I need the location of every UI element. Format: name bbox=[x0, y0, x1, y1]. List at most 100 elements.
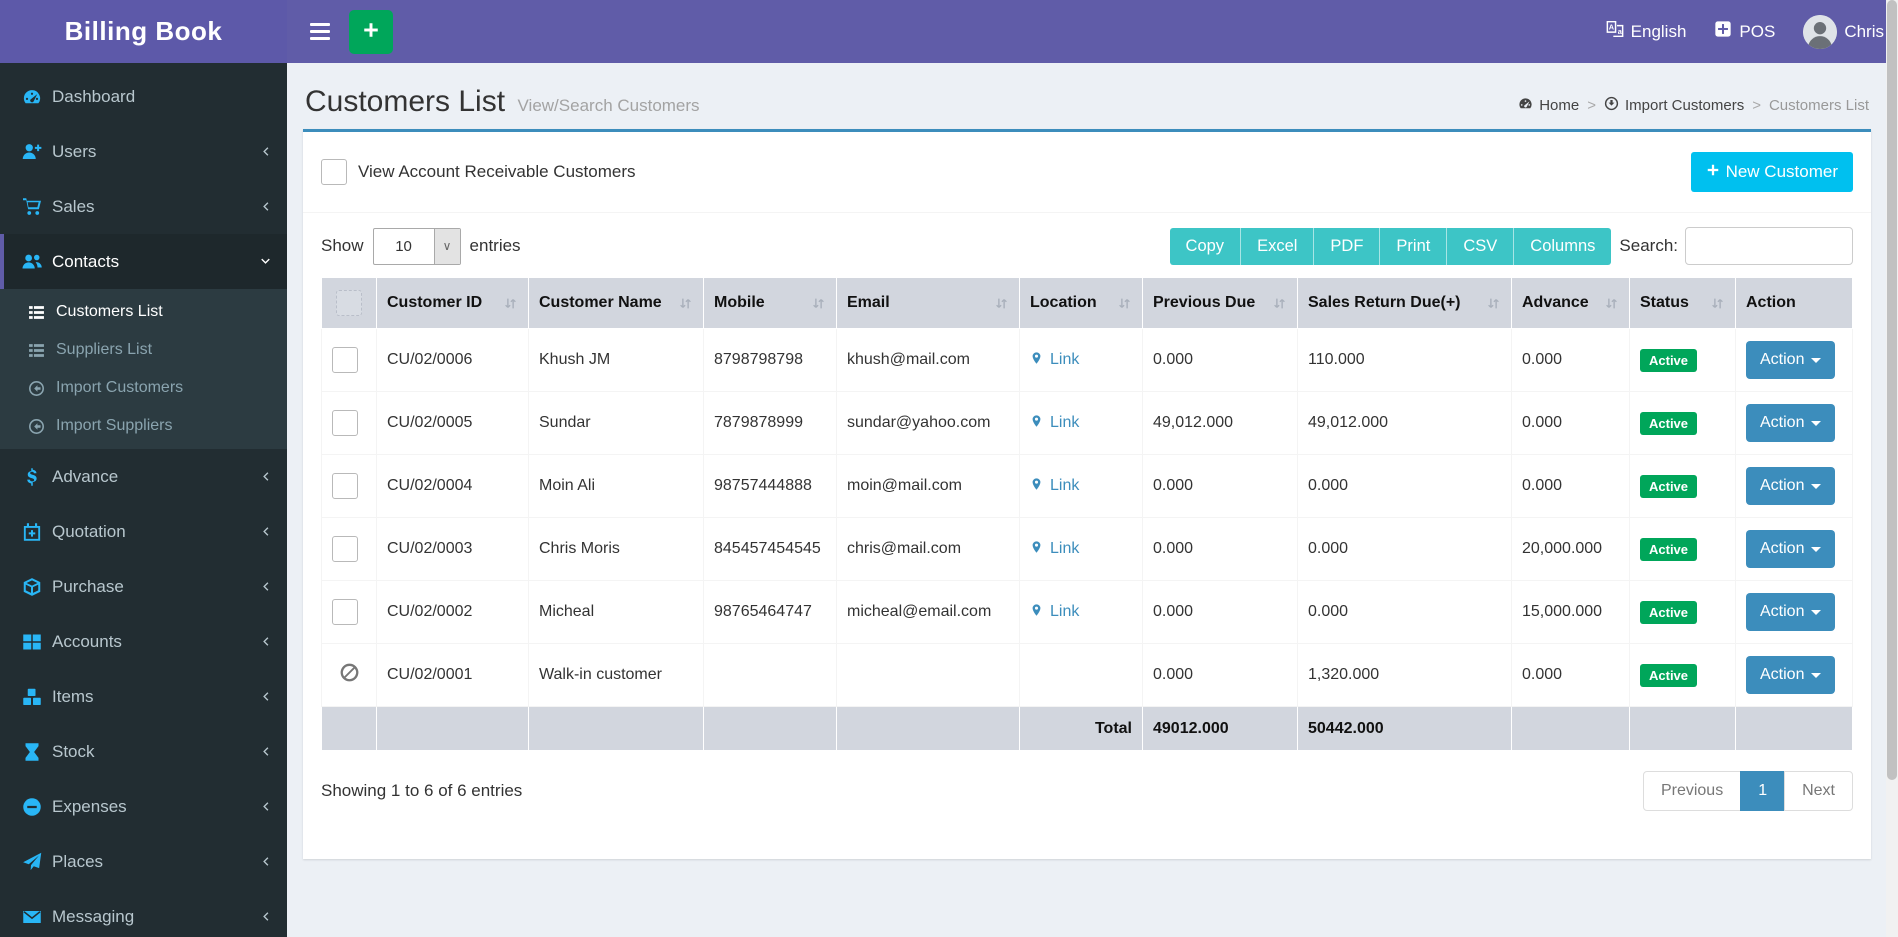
avatar bbox=[1803, 15, 1837, 49]
sidebar-item-contacts[interactable]: Contacts bbox=[0, 234, 287, 289]
pagination-previous[interactable]: Previous bbox=[1643, 771, 1741, 811]
column-header-customer-name[interactable]: Customer Name bbox=[529, 278, 704, 329]
sort-icon[interactable] bbox=[1604, 296, 1619, 311]
sidebar-item-label: Expenses bbox=[52, 797, 127, 817]
location-link[interactable]: Link bbox=[1030, 539, 1079, 560]
location-link[interactable]: Link bbox=[1030, 350, 1079, 371]
chevron-left-icon bbox=[260, 691, 271, 702]
pagination-page-1[interactable]: 1 bbox=[1740, 771, 1785, 811]
location-link[interactable]: Link bbox=[1030, 476, 1079, 497]
breadcrumb: Home>Import Customers>Customers List bbox=[1518, 96, 1869, 119]
action-cell: Action bbox=[1736, 644, 1853, 707]
column-header-advance[interactable]: Advance bbox=[1512, 278, 1630, 329]
location-link[interactable]: Link bbox=[1030, 602, 1079, 623]
print-export-button[interactable]: Print bbox=[1380, 228, 1447, 265]
user-menu[interactable]: Chris bbox=[1803, 15, 1884, 49]
sidebar-subitem-import-suppliers[interactable]: Import Suppliers bbox=[0, 407, 287, 445]
table-row: CU/02/0005Sundar7879878999sundar@yahoo.c… bbox=[322, 392, 1853, 455]
column-header-mobile[interactable]: Mobile bbox=[704, 278, 837, 329]
action-button[interactable]: Action bbox=[1746, 530, 1835, 568]
sort-icon[interactable] bbox=[1486, 296, 1501, 311]
row-checkbox[interactable] bbox=[332, 473, 358, 499]
column-header-customer-id[interactable]: Customer ID bbox=[377, 278, 529, 329]
status-cell: Active bbox=[1630, 392, 1736, 455]
action-button[interactable]: Action bbox=[1746, 593, 1835, 631]
chevron-down-icon bbox=[260, 256, 271, 267]
pdf-export-button[interactable]: PDF bbox=[1314, 228, 1380, 265]
sidebar: Dashboard UsersSalesContacts Customers Lis… bbox=[0, 63, 287, 937]
scrollbar[interactable] bbox=[1886, 0, 1898, 937]
sidebar-item-dashboard[interactable]: Dashboard bbox=[0, 69, 287, 124]
customer-id-cell: CU/02/0002 bbox=[377, 581, 529, 644]
sidebar-item-sales[interactable]: Sales bbox=[0, 179, 287, 234]
sidebar-item-messaging[interactable]: Messaging bbox=[0, 889, 287, 937]
action-button[interactable]: Action bbox=[1746, 656, 1835, 694]
pos-button[interactable]: POS bbox=[1714, 20, 1775, 43]
column-header-location[interactable]: Location bbox=[1020, 278, 1143, 329]
page-size-select[interactable]: 10 ∨ bbox=[373, 228, 461, 265]
new-customer-button[interactable]: New Customer bbox=[1691, 152, 1853, 192]
breadcrumb-home[interactable]: Home bbox=[1518, 96, 1579, 115]
breadcrumb-import-customers[interactable]: Import Customers bbox=[1604, 96, 1744, 115]
action-button[interactable]: Action bbox=[1746, 341, 1835, 379]
language-menu[interactable]: Aa English bbox=[1606, 20, 1687, 43]
action-button[interactable]: Action bbox=[1746, 404, 1835, 442]
row-checkbox[interactable] bbox=[332, 536, 358, 562]
sidebar-item-label: Dashboard bbox=[52, 87, 135, 107]
column-header-email[interactable]: Email bbox=[837, 278, 1020, 329]
select-all-checkbox[interactable] bbox=[336, 290, 362, 316]
sidebar-subitem-customers-list[interactable]: Customers List bbox=[0, 293, 287, 331]
sidebar-item-expenses[interactable]: Expenses bbox=[0, 779, 287, 834]
row-select-cell bbox=[322, 392, 377, 455]
column-header-sales-return-due[interactable]: Sales Return Due(+) bbox=[1298, 278, 1512, 329]
sort-icon[interactable] bbox=[811, 296, 826, 311]
sort-icon[interactable] bbox=[678, 296, 693, 311]
account-receivable-label: View Account Receivable Customers bbox=[358, 162, 636, 182]
chevron-left-icon bbox=[260, 526, 271, 537]
column-header-status[interactable]: Status bbox=[1630, 278, 1736, 329]
minus-circle-icon bbox=[22, 797, 52, 817]
chevron-down-icon: ∨ bbox=[434, 229, 460, 264]
row-checkbox[interactable] bbox=[332, 347, 358, 373]
columns-export-button[interactable]: Columns bbox=[1514, 228, 1611, 265]
app-title: Billing Book bbox=[65, 16, 223, 47]
chevron-left-icon bbox=[260, 746, 271, 757]
scrollbar-thumb[interactable] bbox=[1887, 0, 1897, 780]
sidebar-toggle-button[interactable] bbox=[297, 0, 343, 63]
sidebar-item-quotation[interactable]: Quotation bbox=[0, 504, 287, 559]
customer-name-cell: Walk-in customer bbox=[529, 644, 704, 707]
search-input[interactable] bbox=[1685, 227, 1853, 265]
column-header-previous-due[interactable]: Previous Due bbox=[1143, 278, 1298, 329]
action-button[interactable]: Action bbox=[1746, 467, 1835, 505]
sidebar-subitem-import-customers[interactable]: Import Customers bbox=[0, 369, 287, 407]
excel-export-button[interactable]: Excel bbox=[1241, 228, 1314, 265]
sort-icon[interactable] bbox=[1272, 296, 1287, 311]
sidebar-item-advance[interactable]: Advance bbox=[0, 449, 287, 504]
pagination-next[interactable]: Next bbox=[1784, 771, 1853, 811]
quick-add-button[interactable] bbox=[349, 10, 393, 54]
sort-icon[interactable] bbox=[1710, 296, 1725, 311]
app-logo[interactable]: Billing Book bbox=[0, 0, 287, 63]
copy-export-button[interactable]: Copy bbox=[1170, 228, 1242, 265]
row-checkbox[interactable] bbox=[332, 599, 358, 625]
account-receivable-checkbox[interactable] bbox=[321, 159, 347, 185]
sidebar-item-purchase[interactable]: Purchase bbox=[0, 559, 287, 614]
row-checkbox[interactable] bbox=[332, 410, 358, 436]
csv-export-button[interactable]: CSV bbox=[1447, 228, 1514, 265]
sidebar-item-items[interactable]: Items bbox=[0, 669, 287, 724]
column-label: Advance bbox=[1522, 294, 1589, 312]
location-link[interactable]: Link bbox=[1030, 413, 1079, 434]
sidebar-subitem-suppliers-list[interactable]: Suppliers List bbox=[0, 331, 287, 369]
location-cell: Link bbox=[1020, 518, 1143, 581]
sidebar-item-stock[interactable]: Stock bbox=[0, 724, 287, 779]
sidebar-item-accounts[interactable]: Accounts bbox=[0, 614, 287, 669]
sidebar-item-users[interactable]: Users bbox=[0, 124, 287, 179]
column-label: Customer Name bbox=[539, 294, 662, 312]
caret-down-icon bbox=[1811, 484, 1821, 494]
caret-down-icon bbox=[1811, 610, 1821, 620]
sort-icon[interactable] bbox=[994, 296, 1009, 311]
sort-icon[interactable] bbox=[503, 296, 518, 311]
sort-icon[interactable] bbox=[1117, 296, 1132, 311]
sidebar-item-places[interactable]: Places bbox=[0, 834, 287, 889]
previous-due-cell: 49,012.000 bbox=[1143, 392, 1298, 455]
